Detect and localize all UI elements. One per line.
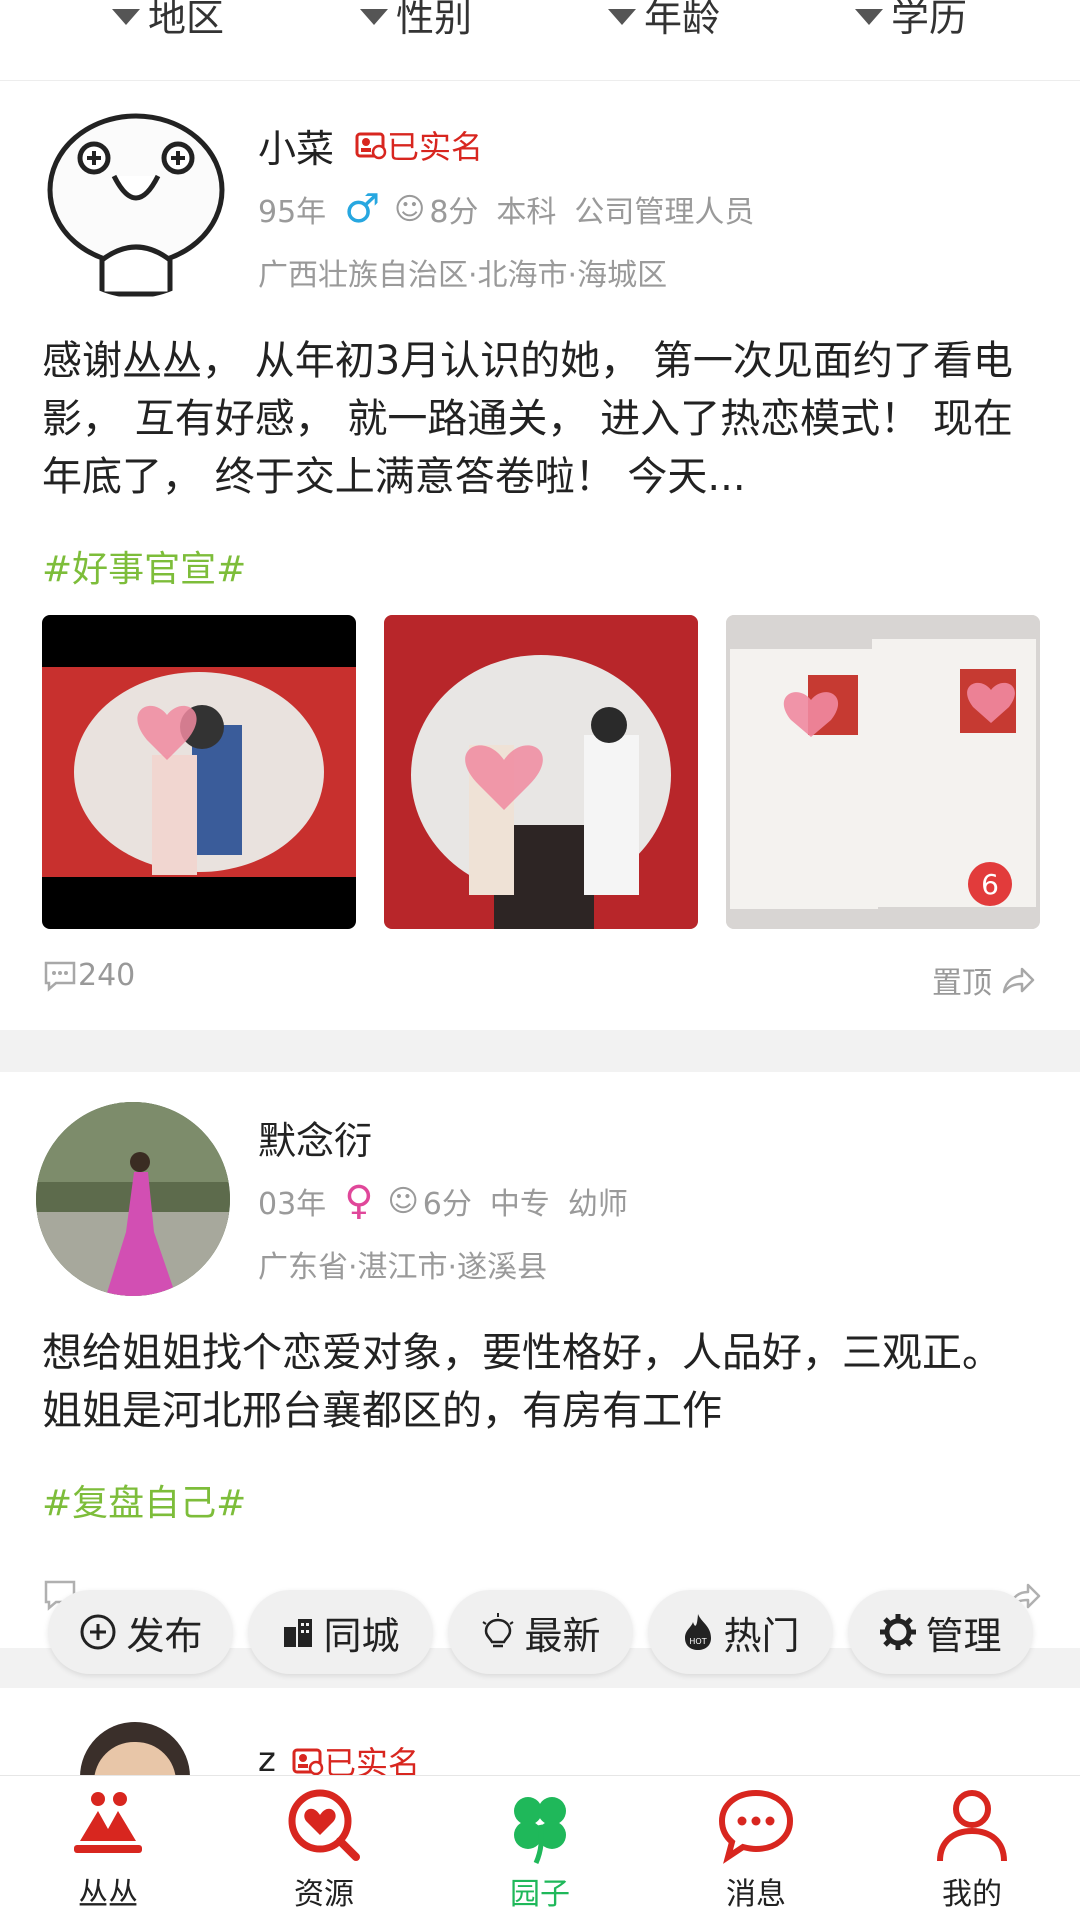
female-icon: ♀ [344,1178,374,1224]
pin-button[interactable]: 置顶 [932,958,1036,1002]
nav-garden[interactable]: 园子 [470,1785,610,1913]
user-name[interactable]: 小菜 [258,118,334,173]
comment-count[interactable]: 240 [42,958,135,993]
education: 本科 [496,195,557,230]
user-location: 广西壮族自治区·北海市·海城区 [258,258,668,293]
face-photo [94,1742,176,1778]
filter-gender[interactable]: 性别 [360,0,472,40]
hot-button[interactable]: HOT 热门 [648,1590,833,1674]
occupation: 幼师 [567,1187,628,1222]
dropdown-icon [360,9,388,25]
post-separator [0,1030,1080,1072]
user-name[interactable]: 默念衍 [258,1110,372,1165]
photo-count-badge: 6 [968,862,1012,906]
photo-image [384,615,698,929]
same-city-button[interactable]: 同城 [248,1590,433,1674]
male-icon: ♂ [344,186,381,232]
post-photo[interactable] [42,615,356,929]
post-content[interactable]: 想给姐姐找个恋爱对象，要性格好，人品好，三观正。 姐姐是河北邢台襄都区的，有房有… [42,1324,1042,1440]
manage-button[interactable]: 管理 [848,1590,1033,1674]
smile-icon: ☺ [394,191,426,227]
post-content[interactable]: 感谢丛丛， 从年初3月认识的她， 第一次见面约了看电影， 互有好感， 就一路通关… [42,332,1042,506]
occupation: 公司管理人员 [574,195,755,230]
clover-icon [514,1797,566,1865]
dropdown-icon [608,9,636,25]
user-meta: 95年 ♂ ☺ 8分 本科 公司管理人员 [258,186,772,232]
latest-button[interactable]: 最新 [448,1590,633,1674]
user-meta: 03年 ♀ ☺ 6分 中专 幼师 [258,1178,646,1224]
filter-age[interactable]: 年龄 [608,0,720,40]
verified-badge: 已实名 [355,122,483,168]
user-avatar[interactable] [80,1722,190,1778]
id-card-icon [292,1748,324,1776]
id-card-icon [355,132,387,160]
comment-icon [44,961,76,992]
chat-bubble-icon [718,1789,794,1864]
user-name[interactable]: z [258,1740,276,1780]
user-avatar[interactable] [42,110,230,298]
city-icon [284,1619,313,1647]
publish-button[interactable]: 发布 [48,1590,233,1674]
heart-search-icon [288,1789,360,1861]
education: 中专 [489,1187,550,1222]
post-photo[interactable] [384,615,698,929]
post-tag[interactable]: #复盘自己# [42,1474,246,1526]
congcong-logo-icon [74,1792,142,1853]
score: 6分 [422,1187,472,1222]
filter-region[interactable]: 地区 [112,0,224,40]
birth-year: 03年 [258,1187,327,1222]
user-location: 广东省·湛江市·遂溪县 [258,1250,548,1285]
gear-icon [880,1614,917,1650]
dropdown-icon [855,9,883,25]
post-tag[interactable]: #好事官宣# [42,540,246,592]
nav-congcong[interactable]: 丛丛 [38,1785,178,1913]
nav-resources[interactable]: 资源 [254,1785,394,1913]
user-avatar[interactable] [36,1102,230,1296]
smile-icon: ☺ [387,1183,419,1219]
photo-image [42,667,356,877]
filter-education[interactable]: 学历 [855,0,967,40]
score: 8分 [429,195,479,230]
flame-hot-icon: HOT [685,1614,712,1650]
lightbulb-icon [482,1613,515,1648]
nav-messages[interactable]: 消息 [686,1785,826,1913]
svg-text:HOT: HOT [690,1637,707,1646]
plus-circle-icon [80,1614,116,1650]
nav-mine[interactable]: 我的 [902,1785,1042,1913]
cartoon-avatar-icon [47,113,225,297]
person-icon [937,1790,1007,1862]
photo-avatar-icon [36,1102,230,1296]
dropdown-icon [112,9,140,25]
birth-year: 95年 [258,195,327,230]
share-icon [1002,967,1035,994]
